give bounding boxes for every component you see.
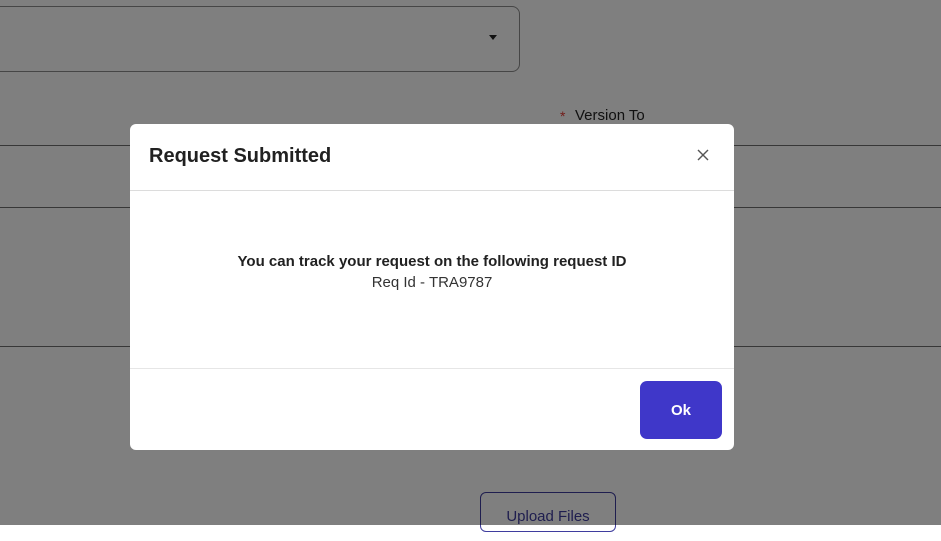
close-button[interactable] <box>694 146 712 164</box>
dialog-title: Request Submitted <box>149 145 332 167</box>
dialog-header: Request Submitted <box>130 124 734 191</box>
request-id-text: Req Id - TRA9787 <box>371 274 493 291</box>
dialog-body: You can track your request on the follow… <box>130 191 734 369</box>
close-icon <box>697 149 709 161</box>
dialog-footer: Ok <box>130 369 734 450</box>
ok-button[interactable]: Ok <box>640 381 722 439</box>
dialog-message: You can track your request on the follow… <box>237 253 627 270</box>
request-submitted-dialog: Request Submitted You can track your req… <box>130 124 734 450</box>
